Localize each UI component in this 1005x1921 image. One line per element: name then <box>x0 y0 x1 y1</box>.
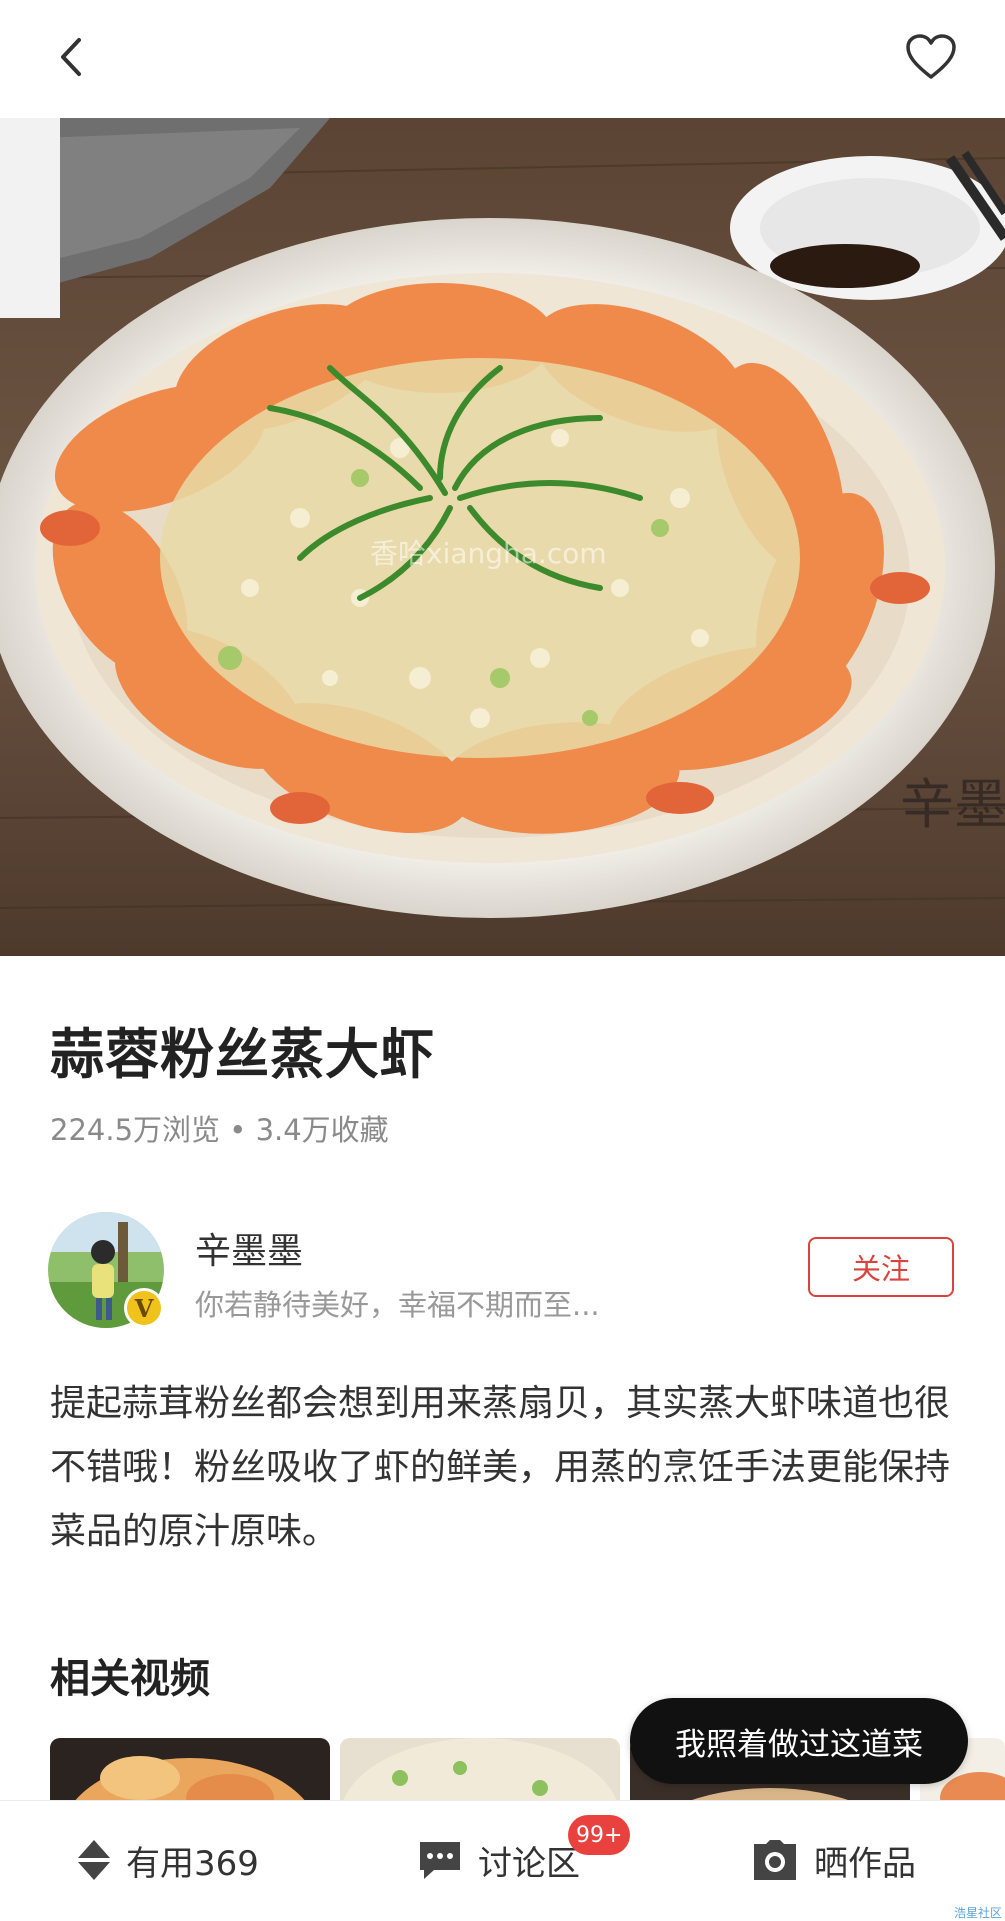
post-work-label: 晒作品 <box>814 1843 916 1884</box>
useful-button[interactable]: 有用369 <box>76 1830 259 1890</box>
post-work-button[interactable]: 晒作品 <box>750 1830 916 1890</box>
recipe-title: 蒜蓉粉丝蒸大虾 <box>50 1023 435 1086</box>
favorite-button[interactable] <box>896 22 966 92</box>
camera-icon <box>754 1840 796 1880</box>
recipe-description: 提起蒜茸粉丝都会想到用来蒸扇贝，其实蒸大虾味道也很不错哦！粉丝吸收了虾的鲜美，用… <box>50 1383 951 1552</box>
discussion-button[interactable]: 讨论区 <box>416 1830 580 1890</box>
community-watermark: 浩星社区 <box>954 1906 1003 1920</box>
follow-button[interactable]: 关注 <box>808 1237 954 1297</box>
steamed-shrimp-photo: 香哈xiangha.com 辛墨 <box>0 118 1005 956</box>
chat-bubble-icon <box>420 1842 460 1879</box>
related-videos-heading: 相关视频 <box>50 1656 210 1702</box>
photo-watermark: 香哈xiangha.com <box>370 537 607 570</box>
top-bar <box>0 0 1005 118</box>
i-cooked-this-button[interactable]: 我照着做过这道菜 <box>630 1698 968 1784</box>
chevron-left-icon <box>61 38 81 76</box>
useful-label: 有用369 <box>126 1843 259 1884</box>
back-button[interactable] <box>36 22 106 92</box>
up-down-arrow-icon <box>78 1840 110 1880</box>
author-bio: 你若静待美好，幸福不期而至... <box>195 1288 600 1322</box>
author-name[interactable]: 辛墨墨 <box>195 1222 303 1274</box>
recipe-stats: 224.5万浏览 • 3.4万收藏 <box>50 1113 389 1147</box>
heart-outline-icon <box>906 34 956 79</box>
photo-signature: 辛墨 <box>900 773 1005 836</box>
recipe-photo: 香哈xiangha.com 辛墨 <box>0 118 1005 956</box>
verified-badge: V <box>124 1288 164 1328</box>
discussion-count-badge: 99+ <box>568 1815 631 1855</box>
discussion-label: 讨论区 <box>478 1843 580 1884</box>
